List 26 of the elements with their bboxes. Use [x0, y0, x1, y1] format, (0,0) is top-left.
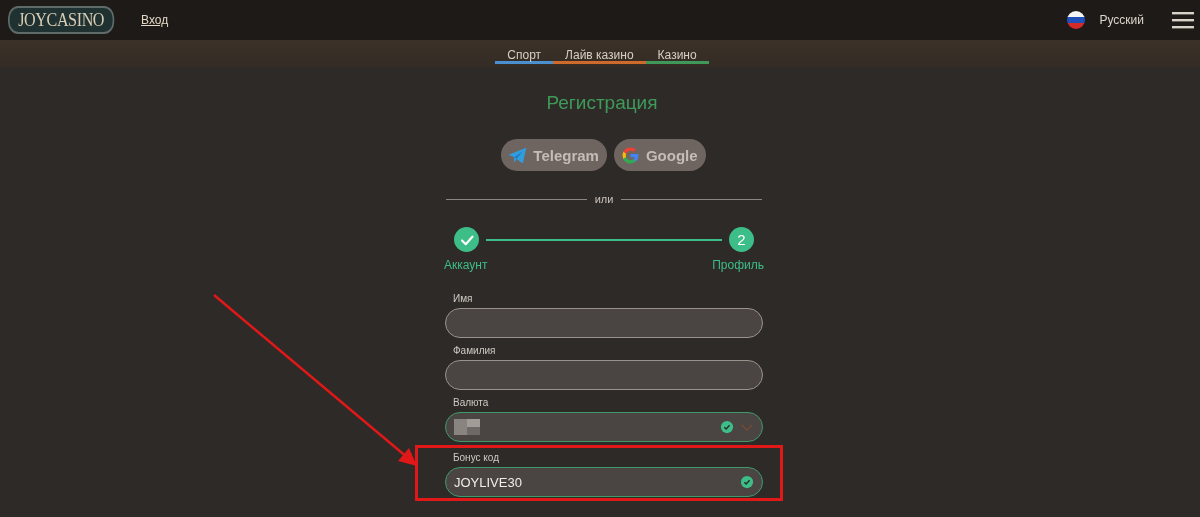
login-link[interactable]: Вход [141, 13, 169, 27]
currency-select[interactable] [445, 412, 763, 442]
chevron-down-icon [740, 422, 754, 432]
nav-tab[interactable]: Лайв казино [553, 48, 646, 64]
page-title: Регистрация [546, 92, 658, 114]
field-label: Фамилия [453, 345, 497, 356]
input-field[interactable] [445, 308, 763, 338]
input-field[interactable] [445, 360, 763, 390]
step-label: Аккаунт [444, 258, 488, 272]
menu-icon[interactable] [1172, 11, 1194, 29]
check-icon [740, 475, 754, 489]
field-label: Имя [453, 293, 474, 304]
input-field[interactable]: JOYLIVE30 [445, 467, 763, 497]
nav-tab[interactable]: Казино [645, 48, 709, 64]
divider-text: или [594, 193, 614, 205]
field-label: Бонус код [453, 452, 500, 463]
logo[interactable]: JOYCASINO [8, 6, 115, 34]
language-selector[interactable]: Русский [1099, 13, 1144, 27]
step-label: Профиль [712, 258, 764, 272]
pixelated-icon [454, 419, 480, 435]
nav-tab[interactable]: Спорт [495, 48, 554, 64]
field-label: Валюта [453, 397, 490, 408]
step-number: 2 [729, 227, 754, 252]
russian-flag-icon [1067, 11, 1086, 29]
check-icon [720, 420, 734, 434]
google-g-icon [619, 144, 641, 166]
